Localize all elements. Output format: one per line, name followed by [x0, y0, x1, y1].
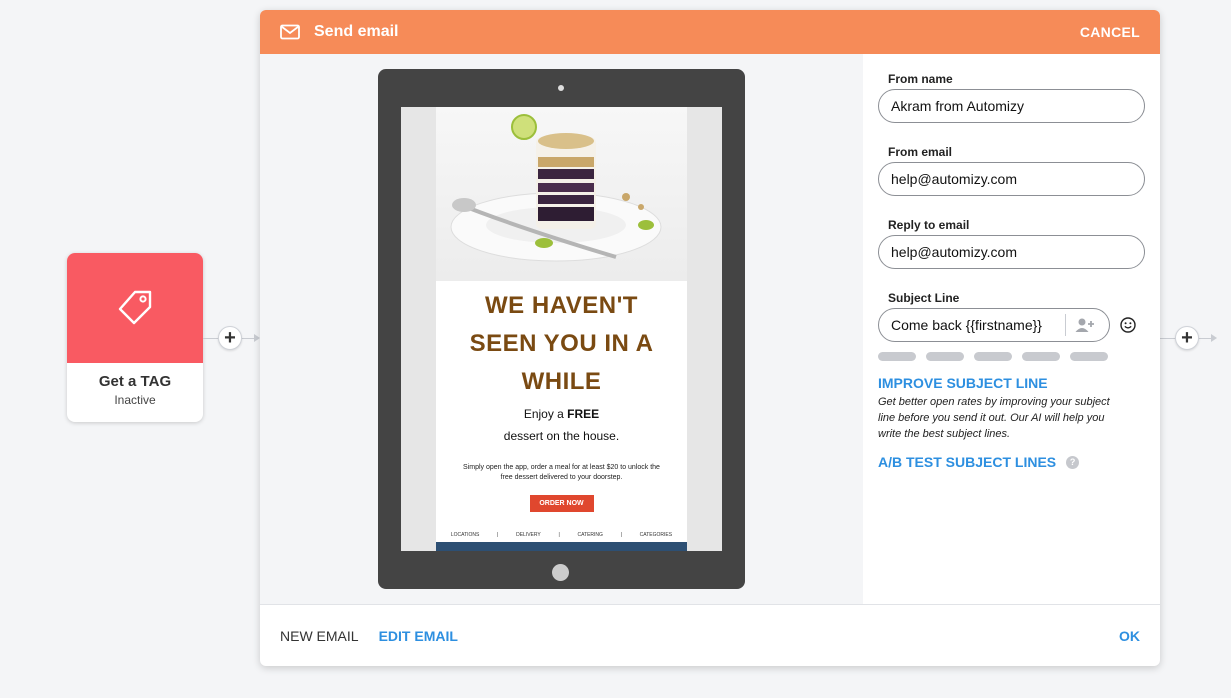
from-name-field[interactable] [878, 89, 1145, 123]
edit-email-button[interactable]: EDIT EMAIL [379, 628, 458, 644]
modal-footer: NEW EMAIL EDIT EMAIL OK [260, 604, 1160, 666]
smiley-icon [1120, 317, 1136, 333]
cancel-button[interactable]: CANCEL [1080, 24, 1140, 40]
email-nav-item: DELIVERY [516, 532, 541, 538]
subject-row [878, 308, 1145, 342]
email-headline: WE HAVEN'T SEEN YOU IN A WHILE [436, 287, 687, 401]
headline-line-1: WE HAVEN'T [485, 292, 638, 319]
score-segment [878, 352, 916, 361]
email-body-text: Simply open the app, order a meal for at… [463, 464, 660, 481]
tag-icon [118, 290, 152, 325]
tablet-camera [558, 85, 564, 91]
email-nav-item: LOCATIONS [450, 532, 480, 538]
tablet-frame: WE HAVEN'T SEEN YOU IN A WHILE Enjoy a F… [378, 69, 745, 589]
ok-button[interactable]: OK [1119, 628, 1140, 644]
from-name-label: From name [888, 72, 953, 86]
trigger-icon-area [67, 253, 203, 363]
trigger-card[interactable]: Get a TAG Inactive [67, 253, 203, 422]
score-segment [1022, 352, 1060, 361]
email-nav: LOCATIONS | DELIVERY | CATERING | CATEGO… [436, 532, 687, 538]
email-nav-item: CATEGORIES [639, 532, 673, 538]
from-email-label: From email [888, 145, 953, 159]
email-nav-separator: | [558, 532, 560, 538]
improve-subject-line-link[interactable]: IMPROVE SUBJECT LINE [878, 375, 1145, 391]
subject-line-field[interactable] [891, 317, 1061, 333]
email-footer-bar [436, 542, 687, 551]
headline-line-2: SEEN YOU IN A [469, 330, 654, 357]
from-email-field[interactable] [878, 162, 1145, 196]
email-nav-separator: | [497, 532, 499, 538]
email-nav-separator: | [620, 532, 622, 538]
insert-personalization-button[interactable] [1075, 317, 1095, 333]
score-segment [926, 352, 964, 361]
offer-line-1: Enjoy a FREE [436, 407, 687, 421]
email-preview-area: WE HAVEN'T SEEN YOU IN A WHILE Enjoy a F… [260, 54, 863, 604]
subject-divider [1065, 314, 1066, 336]
add-step-button-left[interactable]: + [218, 326, 242, 350]
modal-title: Send email [314, 23, 399, 40]
subject-box [878, 308, 1110, 342]
send-email-modal: Send email CANCEL WE HAVEN'T SEEN YOU IN… [260, 10, 1160, 666]
modal-header: Send email CANCEL [260, 10, 1160, 54]
ab-test-row: A/B TEST SUBJECT LINES ? [878, 454, 1145, 470]
help-icon[interactable]: ? [1066, 455, 1080, 469]
tablet-home-button [552, 564, 569, 581]
arrow-head-right [1211, 334, 1217, 342]
person-plus-icon [1075, 318, 1094, 332]
new-email-tab[interactable]: NEW EMAIL [280, 628, 359, 644]
add-step-button-right[interactable]: + [1175, 326, 1199, 350]
email-settings-form: From name From email Reply to email Subj… [863, 54, 1160, 604]
email-preview: WE HAVEN'T SEEN YOU IN A WHILE Enjoy a F… [436, 107, 687, 551]
reply-email-label: Reply to email [888, 218, 970, 232]
offer-line-2: dessert on the house. [503, 429, 620, 443]
ab-test-subject-lines-link[interactable]: A/B TEST SUBJECT LINES [878, 454, 1056, 470]
offer-prefix: Enjoy a [523, 407, 568, 421]
trigger-title: Get a TAG [98, 373, 172, 390]
headline-line-3: WHILE [521, 368, 602, 395]
dessert-image [436, 107, 687, 281]
score-segment [974, 352, 1012, 361]
envelope-icon [280, 24, 300, 40]
reply-email-field[interactable] [878, 235, 1145, 269]
email-nav-item: CATERING [577, 532, 603, 538]
score-segment [1070, 352, 1108, 361]
subject-score-bar [878, 352, 1145, 361]
tablet-screen: WE HAVEN'T SEEN YOU IN A WHILE Enjoy a F… [401, 107, 722, 551]
offer-bold: FREE [567, 407, 600, 421]
trigger-status: Inactive [114, 393, 156, 407]
order-now-button: ORDER NOW [529, 495, 594, 512]
emoji-button[interactable] [1120, 317, 1136, 333]
subject-line-label: Subject Line [888, 291, 960, 305]
improve-description: Get better open rates by improving your … [878, 396, 1110, 440]
